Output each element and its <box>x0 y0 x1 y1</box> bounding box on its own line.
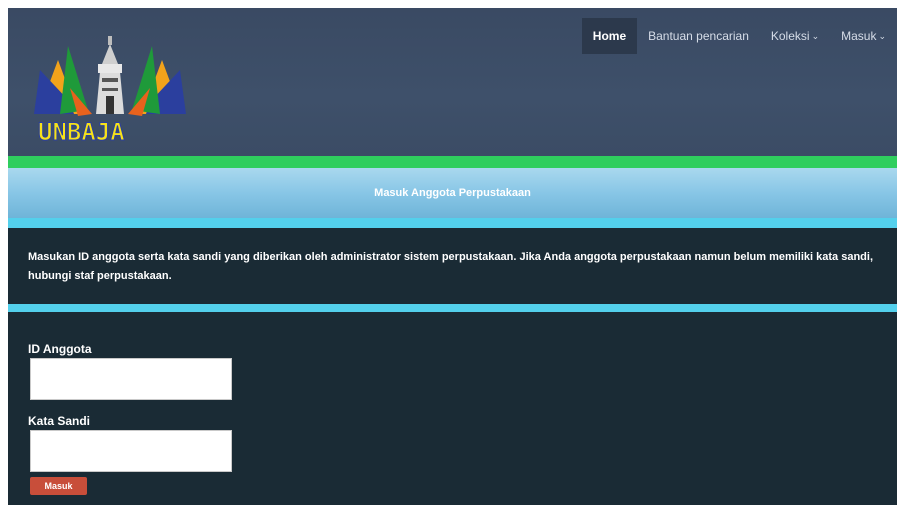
nav-search-help[interactable]: Bantuan pencarian <box>637 18 760 54</box>
member-id-input[interactable] <box>30 358 232 400</box>
cyan-divider <box>8 218 897 228</box>
password-input[interactable] <box>30 430 232 472</box>
info-text: Masukan ID anggota serta kata sandi yang… <box>28 251 874 282</box>
unbaja-logo[interactable]: UNBAJA <box>30 18 190 146</box>
svg-text:UNBAJA: UNBAJA <box>38 118 125 146</box>
nav-login-dropdown[interactable]: Masuk ⌄ <box>830 18 897 54</box>
nav-collection-label: Koleksi <box>770 29 810 43</box>
nav-collection-dropdown[interactable]: Koleksi ⌄ <box>760 18 830 54</box>
page-title-band: Masuk Anggota Perpustakaan <box>8 168 897 218</box>
chevron-down-icon: ⌄ <box>811 30 820 41</box>
green-divider <box>8 156 897 168</box>
login-form: ID Anggota Kata Sandi Masuk <box>8 312 897 505</box>
member-id-label: ID Anggota <box>28 342 92 356</box>
nav-search-help-label: Bantuan pencarian <box>648 29 749 43</box>
nav-login-label: Masuk <box>841 29 877 43</box>
cyan-divider <box>8 304 897 312</box>
page-title: Masuk Anggota Perpustakaan <box>374 187 531 199</box>
nav-home[interactable]: Home <box>581 18 638 54</box>
password-label: Kata Sandi <box>28 414 91 428</box>
nav-home-label: Home <box>592 29 627 43</box>
info-panel: Masukan ID anggota serta kata sandi yang… <box>8 228 897 304</box>
site-header: UNBAJA Home Bantuan pencarian Koleksi ⌄ … <box>8 8 897 156</box>
chevron-down-icon: ⌄ <box>878 30 886 41</box>
login-button[interactable]: Masuk <box>30 477 87 495</box>
main-nav: Home Bantuan pencarian Koleksi ⌄ Masuk ⌄ <box>581 18 897 54</box>
page-frame: UNBAJA Home Bantuan pencarian Koleksi ⌄ … <box>8 8 897 505</box>
